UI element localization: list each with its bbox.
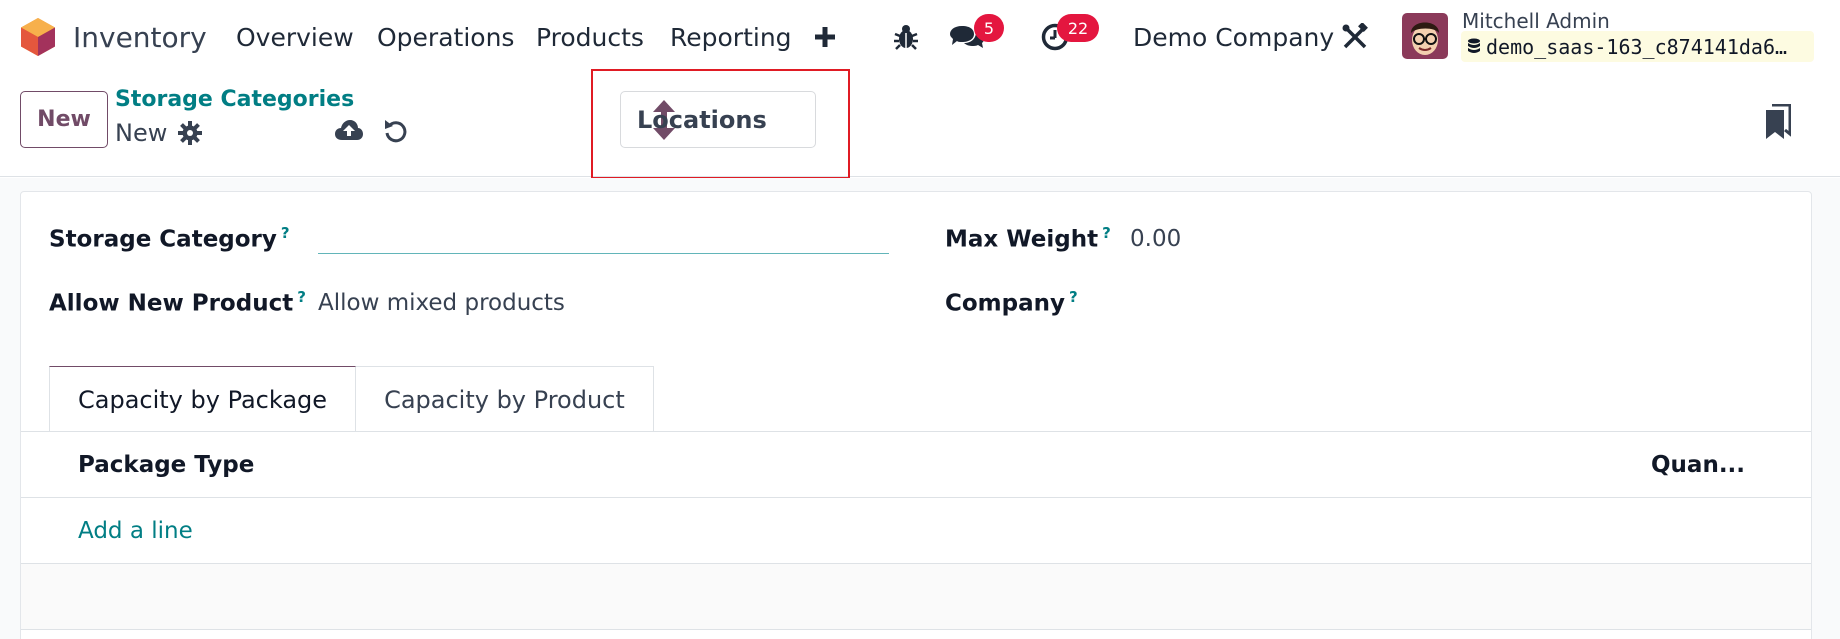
company-switcher[interactable]: Demo Company xyxy=(1133,18,1334,56)
capacity-table: Package Type Quan... Add a line xyxy=(21,431,1811,630)
table-row-empty xyxy=(21,564,1811,630)
tab-capacity-by-package[interactable]: Capacity by Package xyxy=(49,366,357,432)
database-chip: demo_saas-163_c874141da6… xyxy=(1461,31,1814,62)
form-sheet: Storage Category? Allow New Product? All… xyxy=(20,191,1812,639)
form-tabs: Capacity by Package Capacity by Product xyxy=(49,366,654,432)
app-logo-icon[interactable] xyxy=(20,17,56,57)
discard-icon[interactable] xyxy=(383,118,411,146)
storage-category-label: Storage Category? xyxy=(49,224,290,253)
top-navbar: Inventory Overview Operations Products R… xyxy=(0,0,1840,73)
table-row: Add a line xyxy=(21,498,1811,564)
storage-category-input[interactable] xyxy=(318,218,889,254)
menu-reporting[interactable]: Reporting xyxy=(670,18,792,56)
column-quantity[interactable]: Quan... xyxy=(1651,452,1745,478)
plus-icon[interactable] xyxy=(813,17,837,57)
menu-operations[interactable]: Operations xyxy=(377,18,514,56)
new-button[interactable]: New xyxy=(20,91,108,148)
allow-new-product-label: Allow New Product? xyxy=(49,288,306,317)
cloud-upload-icon[interactable] xyxy=(334,118,364,148)
allow-new-product-tooltip[interactable]: ? xyxy=(297,288,306,306)
control-panel: New Storage Categories New Locations xyxy=(0,73,1840,177)
tools-icon[interactable] xyxy=(1340,17,1370,57)
column-package-type[interactable]: Package Type xyxy=(78,452,254,478)
user-avatar[interactable] xyxy=(1402,13,1448,59)
form-view: Storage Category? Allow New Product? All… xyxy=(0,178,1840,639)
gear-icon[interactable] xyxy=(178,121,204,147)
table-header: Package Type Quan... xyxy=(21,432,1811,498)
database-icon xyxy=(1467,38,1481,56)
messages-badge: 5 xyxy=(974,14,1004,42)
locations-label: Locations xyxy=(637,105,767,134)
menu-overview[interactable]: Overview xyxy=(236,18,354,56)
locations-smart-button[interactable]: Locations xyxy=(620,91,816,148)
company-tooltip[interactable]: ? xyxy=(1069,288,1078,306)
company-label: Company? xyxy=(945,288,1078,317)
storage-category-tooltip[interactable]: ? xyxy=(281,224,290,242)
allow-new-product-select[interactable]: Allow mixed products xyxy=(318,290,565,316)
add-line-link[interactable]: Add a line xyxy=(78,518,193,544)
max-weight-tooltip[interactable]: ? xyxy=(1102,224,1111,242)
max-weight-label: Max Weight? xyxy=(945,224,1111,253)
activities-badge: 22 xyxy=(1057,14,1099,42)
breadcrumb-current: New xyxy=(115,119,168,147)
bookmark-icon[interactable] xyxy=(1765,103,1792,140)
max-weight-input[interactable]: 0.00 xyxy=(1130,226,1181,252)
database-name: demo_saas-163_c874141da6… xyxy=(1486,34,1788,59)
app-name[interactable]: Inventory xyxy=(73,18,207,56)
breadcrumb-storage-categories[interactable]: Storage Categories xyxy=(115,87,354,112)
tab-capacity-by-product[interactable]: Capacity by Product xyxy=(356,366,654,432)
menu-products[interactable]: Products xyxy=(536,18,644,56)
bug-icon[interactable] xyxy=(892,17,920,57)
